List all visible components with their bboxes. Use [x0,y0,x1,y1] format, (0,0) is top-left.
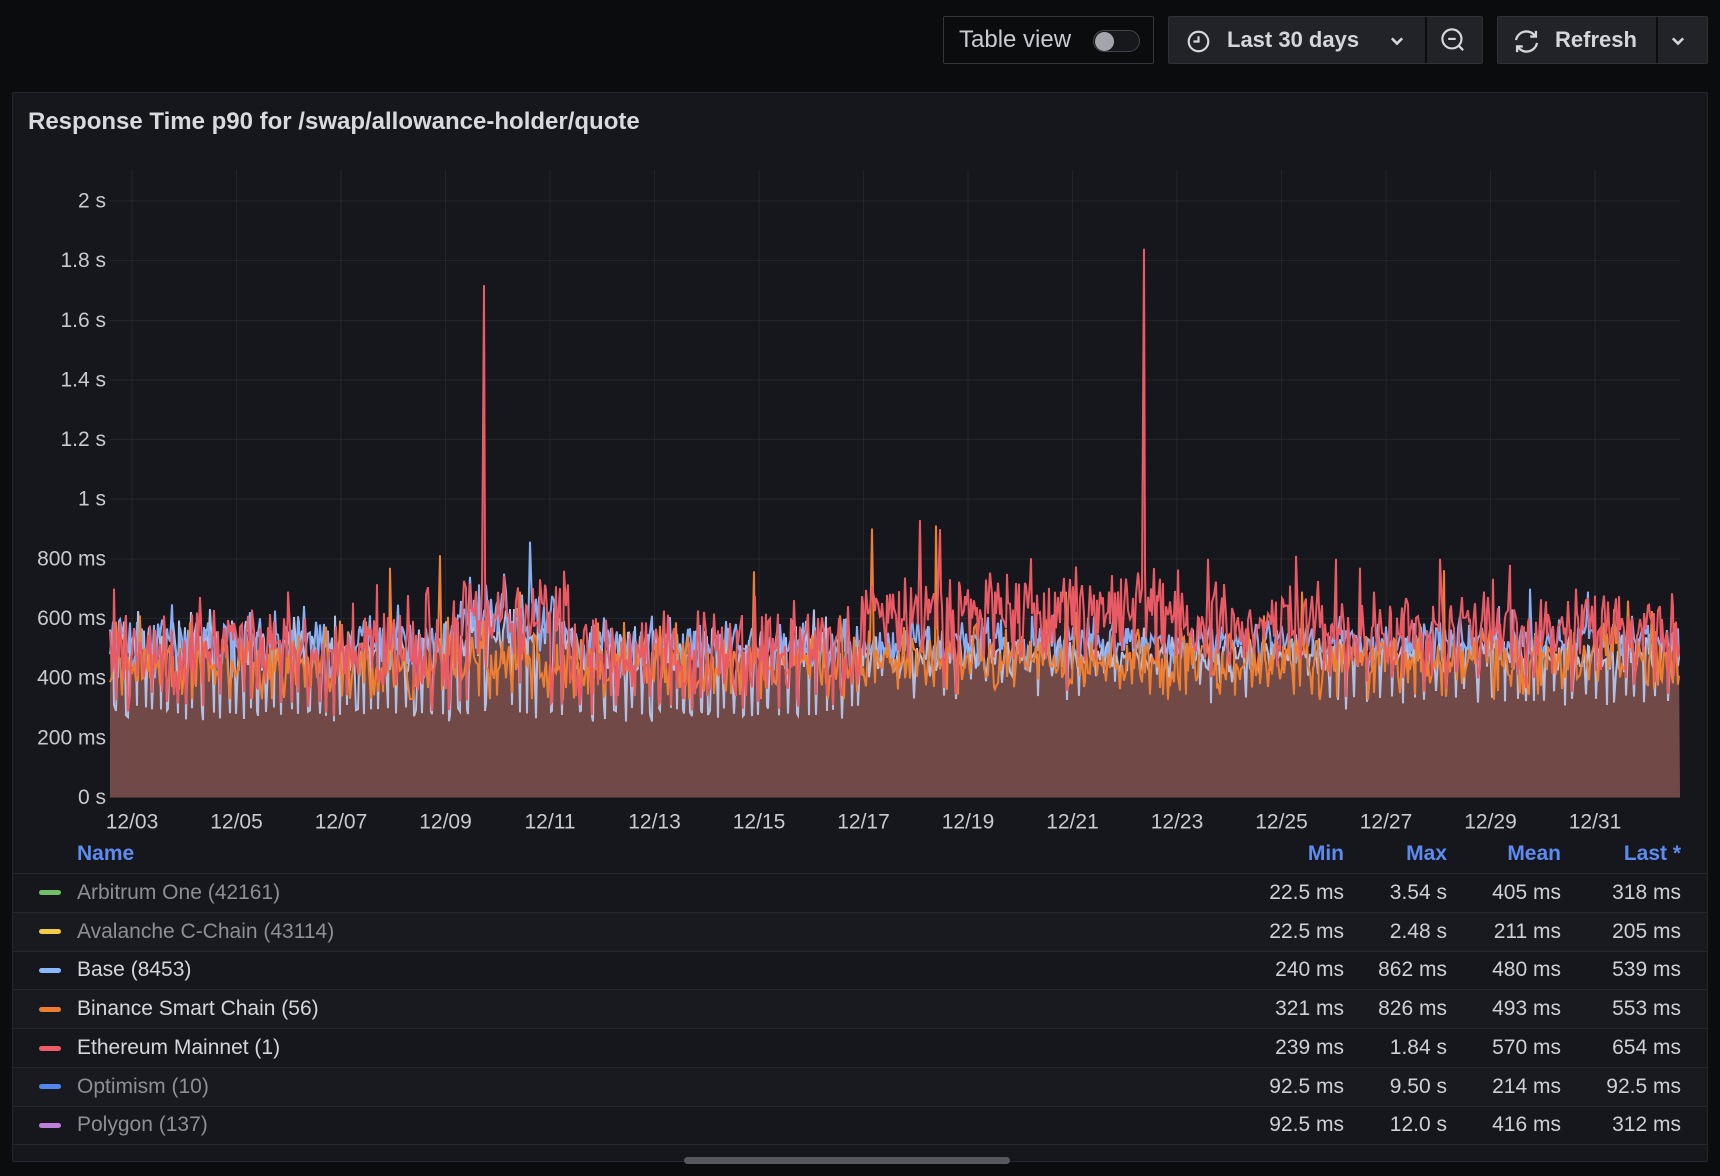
svg-text:600 ms: 600 ms [37,607,106,630]
svg-text:12/09: 12/09 [419,811,472,834]
svg-text:1.6 s: 1.6 s [60,309,106,332]
svg-text:1.4 s: 1.4 s [60,368,106,391]
svg-text:1 s: 1 s [78,488,106,511]
svg-text:12/23: 12/23 [1151,811,1204,834]
svg-text:1.2 s: 1.2 s [60,428,106,451]
svg-text:200 ms: 200 ms [37,726,106,749]
svg-text:12/19: 12/19 [942,811,995,834]
svg-text:12/17: 12/17 [837,811,890,834]
svg-text:12/15: 12/15 [733,811,786,834]
svg-text:1.8 s: 1.8 s [60,249,106,272]
svg-text:12/13: 12/13 [628,811,681,834]
svg-text:12/29: 12/29 [1464,811,1517,834]
svg-text:12/03: 12/03 [106,811,159,834]
svg-text:0 s: 0 s [78,786,106,809]
svg-text:12/07: 12/07 [315,811,368,834]
svg-text:12/11: 12/11 [525,811,576,834]
svg-text:800 ms: 800 ms [37,547,106,570]
svg-text:12/25: 12/25 [1255,811,1308,834]
svg-text:400 ms: 400 ms [37,667,106,690]
svg-text:12/21: 12/21 [1046,811,1099,834]
svg-text:12/05: 12/05 [210,811,263,834]
svg-text:12/31: 12/31 [1569,811,1622,834]
svg-text:2 s: 2 s [78,190,106,213]
svg-text:12/27: 12/27 [1360,811,1413,834]
